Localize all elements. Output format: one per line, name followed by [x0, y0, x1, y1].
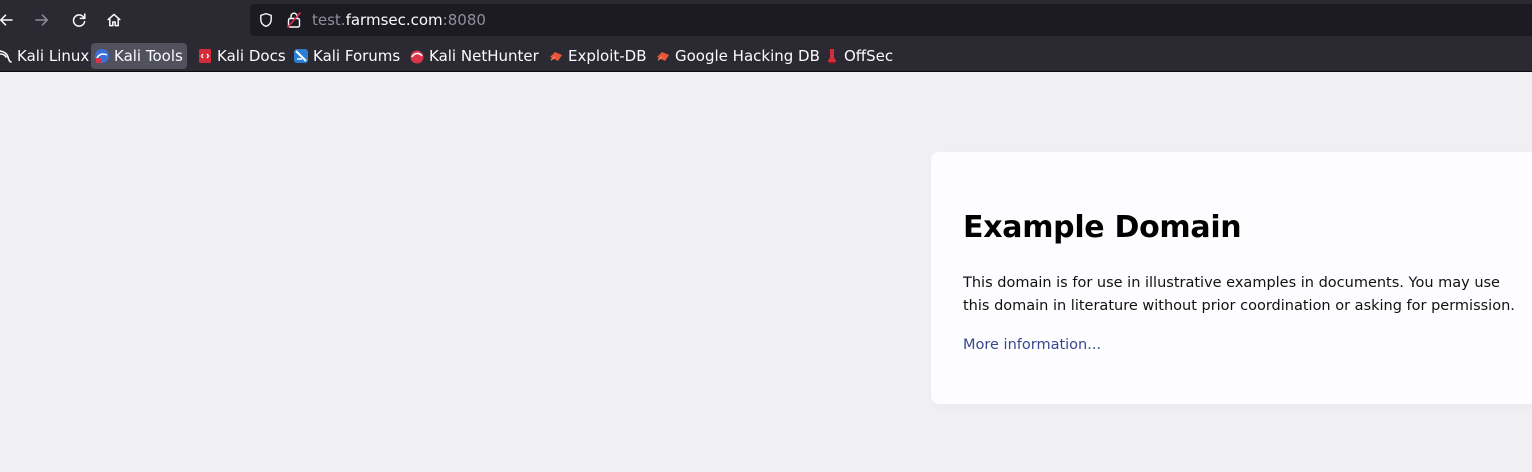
bookmark-kali-docs[interactable]: Kali Docs: [194, 43, 290, 69]
exploit-db-icon: [548, 48, 564, 64]
shield-icon[interactable]: [258, 12, 274, 32]
bookmark-label: Kali NetHunter: [429, 47, 539, 65]
more-information-link[interactable]: More information...: [963, 334, 1101, 357]
bookmark-kali-forums[interactable]: Kali Forums: [290, 43, 404, 69]
bookmark-offsec[interactable]: OffSec: [821, 43, 897, 69]
insecure-lock-icon[interactable]: [286, 11, 302, 33]
url-subdomain: test.: [312, 11, 346, 29]
offsec-icon: [824, 48, 840, 64]
url-port: :8080: [442, 11, 486, 29]
bookmark-label: Kali Docs: [217, 47, 286, 65]
home-icon: [106, 12, 122, 28]
kali-tools-icon: [94, 48, 110, 64]
bookmark-kali-linux[interactable]: Kali Linux: [0, 43, 93, 69]
url-text[interactable]: test.farmsec.com:8080: [312, 10, 486, 30]
arrow-left-icon: [0, 12, 14, 28]
bookmark-kali-tools[interactable]: Kali Tools: [91, 43, 187, 69]
bookmark-label: OffSec: [844, 47, 894, 65]
kali-docs-icon: [197, 48, 213, 64]
bookmark-google-hacking-db[interactable]: Google Hacking DB: [652, 43, 824, 69]
reload-icon: [71, 12, 87, 28]
arrow-right-icon: [34, 12, 50, 28]
description-paragraph: This domain is for use in illustrative e…: [963, 275, 1515, 314]
bookmark-label: Kali Tools: [114, 47, 183, 65]
browser-chrome: test.farmsec.com:8080 Kali Linux Kali To…: [0, 0, 1532, 72]
bookmark-exploit-db[interactable]: Exploit-DB: [545, 43, 651, 69]
home-button[interactable]: [102, 8, 126, 32]
content-card: Example Domain This domain is for use in…: [931, 152, 1532, 404]
page-heading: Example Domain: [963, 210, 1242, 245]
bookmark-label: Kali Linux: [17, 47, 90, 65]
kali-nethunter-icon: [409, 48, 425, 64]
url-host: farmsec.com: [345, 11, 443, 29]
reload-button[interactable]: [67, 8, 91, 32]
bookmark-label: Kali Forums: [313, 47, 401, 65]
bookmark-label: Exploit-DB: [568, 47, 647, 65]
kali-forums-icon: [293, 48, 309, 64]
bookmark-kali-nethunter[interactable]: Kali NetHunter: [406, 43, 543, 69]
forward-button[interactable]: [30, 8, 54, 32]
navigation-toolbar: test.farmsec.com:8080: [0, 0, 1532, 40]
bookmark-label: Google Hacking DB: [675, 47, 820, 65]
kali-dragon-icon: [0, 48, 13, 64]
ghdb-icon: [655, 48, 671, 64]
bookmarks-toolbar: Kali Linux Kali Tools Kali Docs Kali For…: [0, 40, 1532, 72]
back-button[interactable]: [0, 8, 18, 32]
address-bar[interactable]: test.farmsec.com:8080: [250, 4, 1532, 36]
